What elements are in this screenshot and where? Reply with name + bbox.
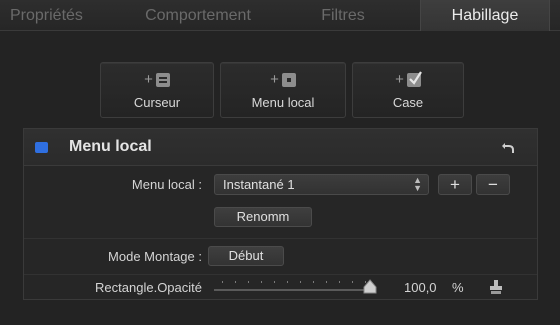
panel-title: Menu local: [69, 138, 152, 155]
add-popup-label: Menu local: [251, 94, 315, 110]
reset-icon[interactable]: [501, 140, 515, 154]
opacity-slider-thumb[interactable]: [362, 279, 378, 295]
popup-row-label: Menu local :: [131, 177, 202, 192]
opacity-unit: %: [452, 280, 464, 295]
tab-filtres[interactable]: Filtres: [278, 0, 408, 31]
add-popup-button[interactable]: + Menu local: [220, 62, 346, 118]
opacity-row: Rectangle.Opacité 100,0 %: [24, 275, 537, 301]
add-slider-button[interactable]: + Curseur: [100, 62, 214, 118]
opacity-slider-track[interactable]: [214, 289, 370, 291]
slider-tick: [300, 281, 301, 283]
debut-button[interactable]: Début: [208, 246, 284, 266]
tab-proprietes[interactable]: Propriétés: [0, 0, 118, 31]
checkbox-glyph-icon: +: [395, 70, 422, 89]
add-slider-label: Curseur: [133, 94, 181, 110]
snapshot-popup[interactable]: Instantané 1 ▲ ▼: [214, 174, 429, 195]
slider-tick: [287, 281, 288, 283]
remove-snapshot-button[interactable]: −: [476, 174, 510, 195]
snapshot-popup-value: Instantané 1: [223, 177, 295, 192]
add-control-buttons: + Curseur + Menu local + Case: [100, 62, 464, 118]
slider-tick: [222, 281, 223, 283]
slider-tick: [326, 281, 327, 283]
keyframe-icon[interactable]: [488, 279, 504, 295]
slider-tick: [313, 281, 314, 283]
opacity-row-label: Rectangle.Opacité: [95, 280, 202, 295]
add-snapshot-button[interactable]: +: [438, 174, 472, 195]
slider-tick: [235, 281, 236, 283]
slider-tick: [352, 281, 353, 283]
popup-parameter-panel: Menu local Menu local : Instantané 1 ▲ ▼ …: [23, 128, 538, 300]
mode-row-label: Mode Montage :: [108, 249, 202, 264]
slider-tick: [248, 281, 249, 283]
add-checkbox-label: Case: [392, 94, 424, 110]
slider-tick: [274, 281, 275, 283]
popup-glyph-icon: +: [270, 71, 296, 89]
color-chip: [35, 141, 48, 153]
popup-row: Menu local : Instantané 1 ▲ ▼ + − Renomm: [24, 166, 537, 239]
rename-button[interactable]: Renomm: [214, 207, 312, 227]
tab-comportement[interactable]: Comportement: [118, 0, 278, 31]
panel-header: Menu local: [24, 129, 537, 166]
slider-tick: [261, 281, 262, 283]
mode-row: Mode Montage : Début: [24, 239, 537, 275]
add-checkbox-button[interactable]: + Case: [352, 62, 464, 118]
inspector-tabbar: Propriétés Comportement Filtres Habillag…: [0, 0, 560, 31]
opacity-value[interactable]: 100,0: [404, 280, 437, 295]
tab-habillage[interactable]: Habillage: [420, 0, 550, 31]
slider-glyph-icon: +: [144, 71, 170, 89]
popup-arrows-icon: ▲ ▼: [413, 175, 422, 193]
slider-tick: [339, 281, 340, 283]
